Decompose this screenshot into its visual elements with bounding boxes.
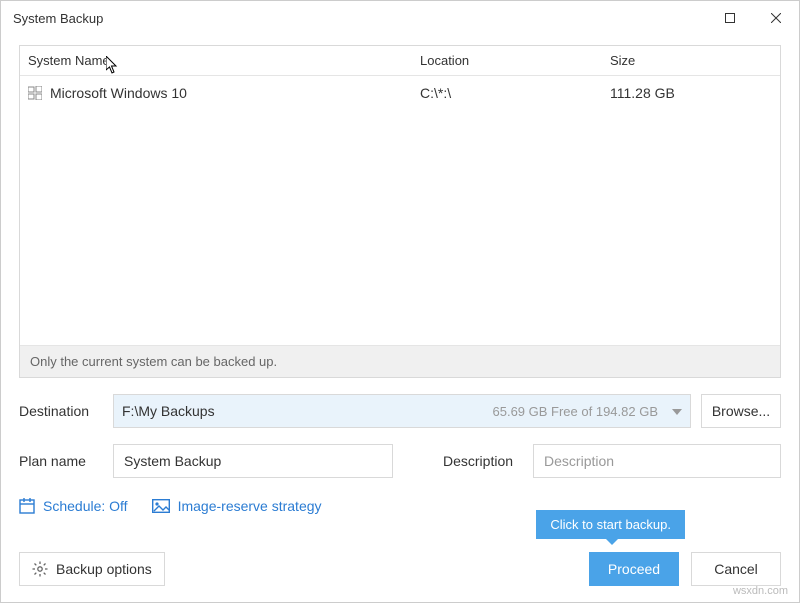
table-header: System Name Location Size	[20, 46, 780, 76]
image-icon	[152, 499, 170, 513]
col-header-location[interactable]: Location	[420, 53, 610, 68]
schedule-link-text: Schedule: Off	[43, 498, 128, 514]
title-bar: System Backup	[1, 1, 799, 35]
gear-icon	[32, 561, 48, 577]
watermark: wsxdn.com	[733, 585, 788, 597]
col-header-size[interactable]: Size	[610, 53, 780, 68]
plan-row: Plan name Description	[19, 444, 781, 478]
windows-icon	[28, 86, 42, 100]
destination-label: Destination	[19, 403, 103, 419]
destination-free-text: 65.69 GB Free of 194.82 GB	[493, 404, 659, 419]
bottom-bar: Backup options Proceed Cancel	[1, 542, 799, 602]
plan-name-input[interactable]	[113, 444, 393, 478]
cell-system-name: Microsoft Windows 10	[50, 85, 187, 101]
caret-down-icon[interactable]	[672, 402, 682, 420]
destination-path: F:\My Backups	[122, 403, 493, 419]
cell-size: 111.28 GB	[610, 85, 780, 101]
window-title: System Backup	[13, 11, 707, 26]
system-table: System Name Location Size Microsoft Wind…	[19, 45, 781, 378]
table-body: Microsoft Windows 10 C:\*:\ 111.28 GB	[20, 76, 780, 345]
table-footer-note: Only the current system can be backed up…	[20, 345, 780, 377]
maximize-button[interactable]	[707, 1, 753, 35]
destination-field[interactable]: F:\My Backups 65.69 GB Free of 194.82 GB	[113, 394, 691, 428]
start-backup-tooltip: Click to start backup.	[536, 510, 685, 539]
browse-button[interactable]: Browse...	[701, 394, 781, 428]
description-input[interactable]	[533, 444, 781, 478]
backup-options-button[interactable]: Backup options	[19, 552, 165, 586]
description-label: Description	[443, 453, 513, 469]
schedule-link[interactable]: Schedule: Off	[19, 498, 128, 514]
close-button[interactable]	[753, 1, 799, 35]
backup-options-label: Backup options	[56, 561, 152, 577]
table-row[interactable]: Microsoft Windows 10 C:\*:\ 111.28 GB	[20, 76, 780, 110]
cancel-button[interactable]: Cancel	[691, 552, 781, 586]
calendar-icon	[19, 498, 35, 514]
destination-row: Destination F:\My Backups 65.69 GB Free …	[19, 394, 781, 428]
col-header-name[interactable]: System Name	[20, 53, 420, 68]
image-reserve-strategy-link[interactable]: Image-reserve strategy	[152, 498, 322, 514]
proceed-button[interactable]: Proceed	[589, 552, 679, 586]
plan-name-label: Plan name	[19, 453, 103, 469]
cell-location: C:\*:\	[420, 85, 610, 101]
strategy-link-text: Image-reserve strategy	[178, 498, 322, 514]
